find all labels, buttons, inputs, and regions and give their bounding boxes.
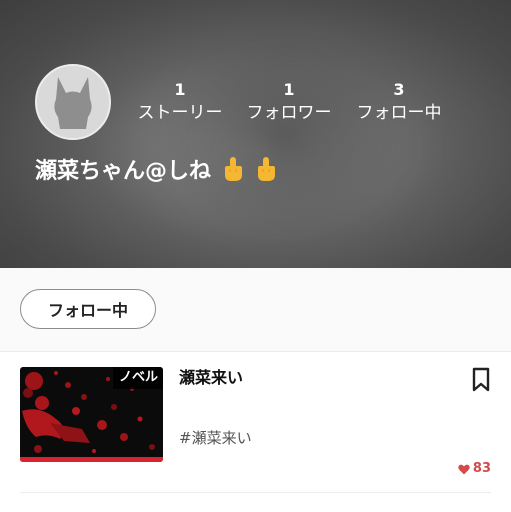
stat-stories-count: 1 xyxy=(174,80,186,99)
stat-following-label: フォロー中 xyxy=(356,103,442,123)
middle-finger-emoji-icon xyxy=(254,156,278,192)
stat-stories-label: ストーリー xyxy=(137,103,223,123)
like-count: 83 xyxy=(458,460,491,478)
cat-silhouette-icon xyxy=(54,77,92,129)
stat-stories[interactable]: 1 ストーリー xyxy=(136,80,224,126)
list-divider xyxy=(20,492,491,493)
work-title[interactable]: 瀬菜来い xyxy=(179,366,243,390)
like-count-value: 83 xyxy=(472,461,491,476)
username-row: 瀬菜ちゃん@しね xyxy=(35,156,278,192)
thumbnail-accent-bar xyxy=(20,457,163,462)
stat-followers-count: 1 xyxy=(283,80,295,99)
follow-section: フォロー中 xyxy=(0,268,511,352)
heart-icon xyxy=(458,464,470,474)
work-thumbnail[interactable]: ノベル xyxy=(20,367,163,462)
stat-followers-label: フォロワー xyxy=(246,103,332,123)
following-button[interactable]: フォロー中 xyxy=(20,289,156,329)
work-tag[interactable]: #瀬菜来い xyxy=(179,427,252,449)
header-background-blur xyxy=(150,40,410,240)
username: 瀬菜ちゃん@しね xyxy=(35,159,212,184)
stat-following-count: 3 xyxy=(393,80,405,99)
profile-header: 1 ストーリー 1 フォロワー 3 フォロー中 瀬菜ちゃん@しね xyxy=(0,0,511,268)
middle-finger-emoji-icon xyxy=(221,156,245,192)
bookmark-icon[interactable] xyxy=(470,367,492,393)
stat-following[interactable]: 3 フォロー中 xyxy=(354,80,444,126)
work-card[interactable]: ノベル 瀬菜来い #瀬菜来い 83 xyxy=(0,352,511,494)
avatar[interactable] xyxy=(35,64,111,140)
stat-followers[interactable]: 1 フォロワー xyxy=(244,80,334,126)
novel-badge: ノベル xyxy=(112,367,163,389)
